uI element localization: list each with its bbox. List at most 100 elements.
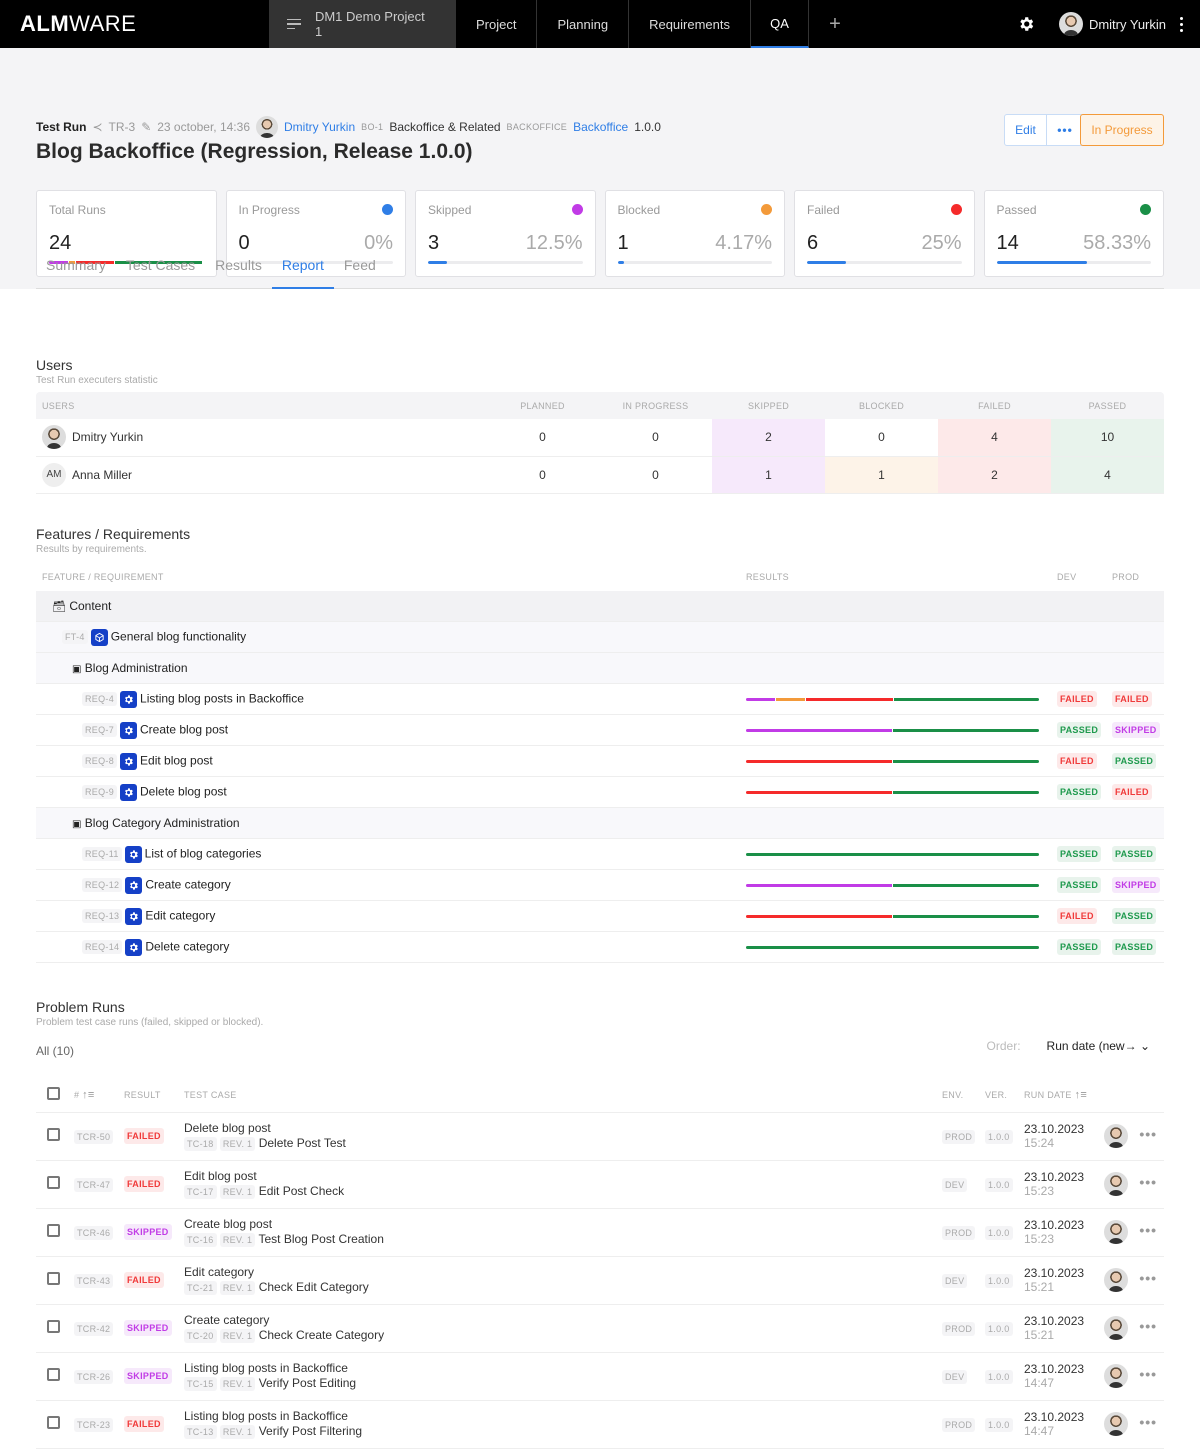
tab-summary[interactable]: Summary: [36, 247, 116, 289]
requirement-name[interactable]: Create blog post: [184, 1217, 942, 1231]
row-more-icon[interactable]: •••: [1139, 1126, 1157, 1142]
requirement-name[interactable]: Delete blog post: [140, 784, 227, 798]
edit-button[interactable]: Edit: [1005, 115, 1047, 145]
subgroup-row[interactable]: ▣ Blog Category Administration: [36, 807, 1164, 839]
test-case-name[interactable]: Test Blog Post Creation: [258, 1232, 383, 1246]
run-id[interactable]: TCR-50: [74, 1129, 114, 1144]
project-switcher[interactable]: DM1 Demo Project 1: [269, 0, 456, 48]
almware-logo[interactable]: ALM WARE: [0, 0, 269, 48]
col-run-date[interactable]: RUN DATE ↑≡: [1024, 1078, 1104, 1113]
executor-avatar[interactable]: [1104, 1124, 1128, 1148]
sort-icon[interactable]: ↑≡: [82, 1089, 95, 1101]
row-checkbox[interactable]: [47, 1176, 60, 1189]
requirement-name[interactable]: Delete category: [145, 939, 229, 953]
status-button[interactable]: In Progress: [1080, 114, 1164, 146]
user-avatar[interactable]: [1058, 12, 1083, 36]
requirement-name[interactable]: Create blog post: [140, 722, 228, 736]
run-id[interactable]: TCR-47: [74, 1177, 114, 1192]
row-checkbox[interactable]: [47, 1128, 60, 1141]
row-checkbox[interactable]: [47, 1320, 60, 1333]
kebab-menu-icon[interactable]: [1180, 14, 1184, 35]
executor-avatar[interactable]: [1104, 1268, 1128, 1292]
row-more-icon[interactable]: •••: [1139, 1414, 1157, 1430]
executor-avatar[interactable]: [1104, 1220, 1128, 1244]
requirement-name[interactable]: Edit category: [145, 908, 215, 922]
run-id[interactable]: TCR-43: [74, 1273, 114, 1288]
executor-avatar[interactable]: [1104, 1364, 1128, 1388]
nav-requirements[interactable]: Requirements: [629, 0, 752, 48]
add-tab-button[interactable]: +: [809, 0, 861, 48]
user-name[interactable]: Anna Miller: [72, 468, 132, 482]
test-case-name[interactable]: Verify Post Editing: [259, 1376, 356, 1390]
author-link[interactable]: Dmitry Yurkin: [284, 120, 355, 134]
run-id[interactable]: TR-3: [109, 120, 136, 134]
run-id[interactable]: TCR-46: [74, 1225, 114, 1240]
settings-gear-icon[interactable]: [1017, 15, 1035, 33]
tab-test-cases[interactable]: Test Cases: [116, 247, 205, 289]
executor-avatar[interactable]: [1104, 1412, 1128, 1436]
requirement-row[interactable]: REQ-8 Edit blog post FAILED PASSED: [36, 745, 1164, 777]
group-row[interactable]: 🗃︎ Content: [36, 590, 1164, 622]
requirement-name[interactable]: Delete blog post: [184, 1121, 942, 1135]
test-case-name[interactable]: Check Edit Category: [259, 1280, 369, 1294]
row-checkbox[interactable]: [47, 1224, 60, 1237]
requirement-name[interactable]: Listing blog posts in Backoffice: [184, 1361, 942, 1375]
requirement-row[interactable]: REQ-7 Create blog post PASSED SKIPPED: [36, 714, 1164, 746]
test-case-name[interactable]: Check Create Category: [259, 1328, 384, 1342]
test-case-name[interactable]: Edit Post Check: [259, 1184, 344, 1198]
tab-feed[interactable]: Feed: [334, 247, 386, 289]
problem-run-row[interactable]: TCR-23 FAILED Listing blog posts in Back…: [36, 1400, 1164, 1449]
requirement-row[interactable]: REQ-13 Edit category FAILED PASSED: [36, 900, 1164, 932]
problem-run-row[interactable]: TCR-50 FAILED Delete blog post TC-18 REV…: [36, 1112, 1164, 1161]
run-id[interactable]: TCR-23: [74, 1417, 114, 1432]
run-id[interactable]: TCR-26: [74, 1369, 114, 1384]
requirement-row[interactable]: REQ-12 Create category PASSED SKIPPED: [36, 869, 1164, 901]
problem-run-row[interactable]: TCR-47 FAILED Edit blog post TC-17 REV. …: [36, 1160, 1164, 1209]
row-more-icon[interactable]: •••: [1139, 1270, 1157, 1286]
subgroup-row[interactable]: ▣ Blog Administration: [36, 652, 1164, 684]
row-more-icon[interactable]: •••: [1139, 1222, 1157, 1238]
share-icon[interactable]: ≺: [92, 120, 102, 134]
col-id[interactable]: # ↑≡: [74, 1078, 124, 1113]
row-checkbox[interactable]: [47, 1368, 60, 1381]
user-name[interactable]: Dmitry Yurkin: [72, 430, 143, 444]
nav-qa[interactable]: QA: [751, 0, 810, 48]
requirement-row[interactable]: REQ-14 Delete category PASSED PASSED: [36, 931, 1164, 963]
row-more-icon[interactable]: •••: [1139, 1366, 1157, 1382]
test-case-name[interactable]: Verify Post Filtering: [259, 1424, 362, 1438]
requirement-row[interactable]: REQ-4 Listing blog posts in Backoffice FA…: [36, 683, 1164, 715]
sort-icon[interactable]: ↑≡: [1075, 1089, 1088, 1101]
problem-run-row[interactable]: TCR-42 SKIPPED Create category TC-20 REV…: [36, 1304, 1164, 1353]
requirement-name[interactable]: Listing blog posts in Backoffice: [184, 1409, 942, 1423]
nav-planning[interactable]: Planning: [537, 0, 630, 48]
run-id[interactable]: TCR-42: [74, 1321, 114, 1336]
requirement-name[interactable]: Edit blog post: [140, 753, 213, 767]
row-checkbox[interactable]: [47, 1416, 60, 1429]
executor-avatar[interactable]: [1104, 1172, 1128, 1196]
order-select[interactable]: Run date (new→ ⌄: [1047, 1039, 1150, 1053]
feature-name[interactable]: General blog functionality: [111, 629, 246, 643]
requirement-name[interactable]: List of blog categories: [145, 846, 262, 860]
requirement-name[interactable]: Listing blog posts in Backoffice: [140, 691, 304, 705]
executor-avatar[interactable]: [1104, 1316, 1128, 1340]
tab-results[interactable]: Results: [205, 247, 272, 289]
requirement-name[interactable]: Edit category: [184, 1265, 942, 1279]
row-checkbox[interactable]: [47, 1272, 60, 1285]
requirement-name[interactable]: Create category: [184, 1313, 942, 1327]
user-name[interactable]: Dmitry Yurkin: [1089, 17, 1166, 32]
more-button[interactable]: •••: [1047, 115, 1083, 145]
tab-report[interactable]: Report: [271, 247, 334, 289]
feature-row[interactable]: FT-4 General blog functionality: [36, 621, 1164, 653]
select-all-checkbox[interactable]: [47, 1087, 60, 1101]
bo-name[interactable]: Backoffice & Related: [389, 120, 500, 134]
product-link[interactable]: Backoffice: [573, 120, 628, 134]
requirement-row[interactable]: REQ-11 List of blog categories PASSED PAS…: [36, 838, 1164, 870]
row-more-icon[interactable]: •••: [1139, 1318, 1157, 1334]
requirement-row[interactable]: REQ-9 Delete blog post PASSED FAILED: [36, 776, 1164, 808]
row-more-icon[interactable]: •••: [1139, 1174, 1157, 1190]
test-case-name[interactable]: Delete Post Test: [259, 1136, 346, 1150]
problem-run-row[interactable]: TCR-43 FAILED Edit category TC-21 REV. 1…: [36, 1256, 1164, 1305]
problem-run-row[interactable]: TCR-46 SKIPPED Create blog post TC-16 RE…: [36, 1208, 1164, 1257]
nav-project[interactable]: Project: [456, 0, 538, 48]
requirement-name[interactable]: Create category: [145, 877, 230, 891]
